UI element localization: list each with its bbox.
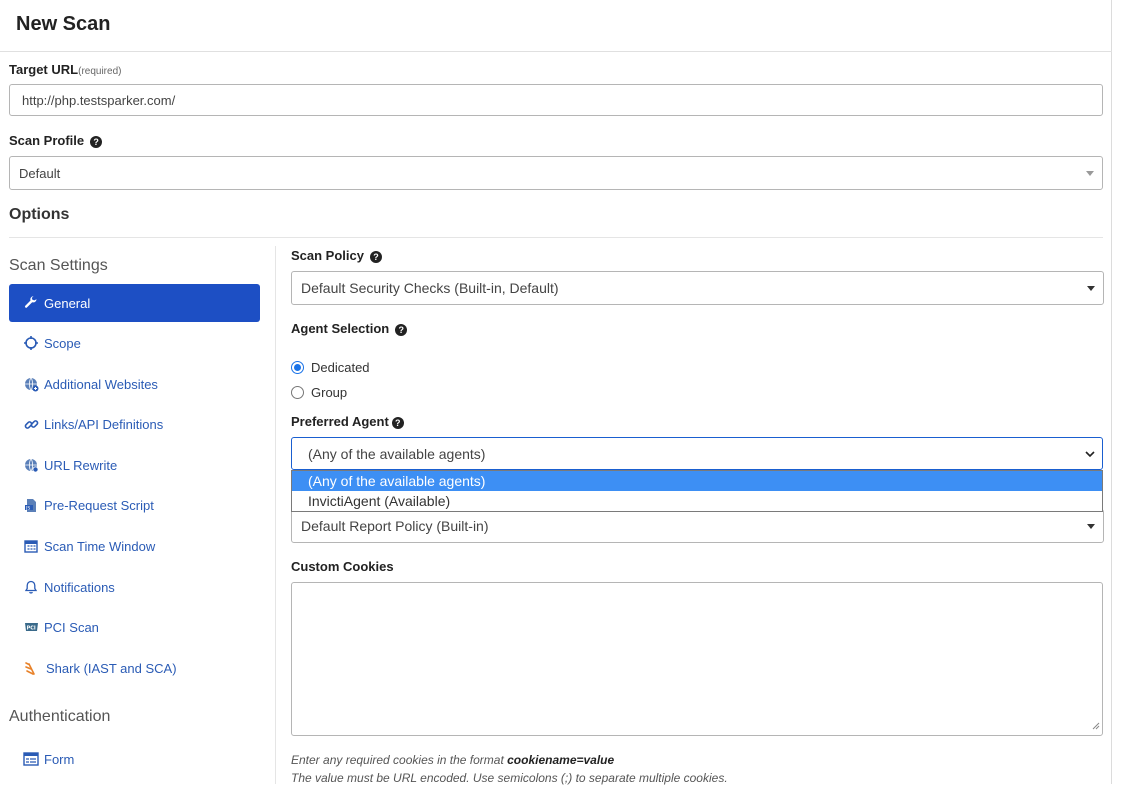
scan-policy-label: Scan Policy?	[291, 248, 382, 263]
calendar-icon	[23, 538, 39, 554]
shark-icon	[23, 660, 39, 676]
help-icon[interactable]: ?	[395, 324, 408, 336]
page-scrollbar[interactable]	[1112, 0, 1128, 784]
options-vertical-divider	[275, 246, 276, 784]
radio-group[interactable]	[291, 386, 304, 399]
globe-gear-icon	[23, 457, 39, 473]
wrench-icon	[23, 295, 39, 311]
target-url-input[interactable]: http://php.testsparker.com/	[9, 84, 1103, 116]
chevron-down-icon	[1087, 286, 1095, 291]
svg-text:PCI: PCI	[26, 626, 35, 632]
page-title: New Scan	[16, 13, 111, 35]
dropdown-option-invicti-agent[interactable]: InvictiAgent (Available)	[292, 491, 1102, 511]
sidebar-item-shark[interactable]: Shark (IAST and SCA)	[9, 649, 260, 687]
sidebar-item-form[interactable]: Form	[9, 740, 260, 778]
chevron-down-icon	[1086, 171, 1094, 176]
sidebar-item-pci-scan[interactable]: PCI PCI Scan	[9, 608, 260, 646]
sidebar-item-url-rewrite[interactable]: URL Rewrite	[9, 446, 260, 484]
agent-selection-dedicated[interactable]: Dedicated	[291, 360, 370, 375]
scan-settings-heading: Scan Settings	[9, 257, 108, 274]
sidebar-item-scan-time-window[interactable]: Scan Time Window	[9, 527, 260, 565]
sidebar-item-additional-websites[interactable]: Additional Websites	[9, 365, 260, 403]
sidebar-item-general[interactable]: General	[9, 284, 260, 322]
sidebar-item-pre-request-script[interactable]: JS Pre-Request Script	[9, 486, 260, 524]
scan-profile-label: Scan Profile?	[9, 133, 103, 148]
resize-handle-icon[interactable]	[1092, 718, 1100, 733]
form-icon	[23, 751, 39, 767]
divider	[9, 237, 1103, 238]
chevron-down-icon	[1084, 447, 1096, 463]
chevron-down-icon	[1087, 524, 1095, 529]
new-scan-panel: New Scan Target URL(required) http://php…	[0, 0, 1112, 785]
link-icon	[23, 416, 39, 432]
scan-policy-select[interactable]: Default Security Checks (Built-in, Defau…	[291, 271, 1104, 305]
preferred-agent-label: Preferred Agent?	[291, 414, 404, 429]
pci-icon: PCI	[23, 619, 39, 635]
radio-dedicated[interactable]	[291, 361, 304, 374]
options-heading: Options	[9, 206, 70, 223]
custom-cookies-hint-2: The value must be URL encoded. Use semic…	[291, 771, 728, 785]
preferred-agent-select[interactable]: (Any of the available agents)	[291, 437, 1103, 470]
js-file-icon: JS	[23, 497, 39, 513]
report-policy-select[interactable]: Default Report Policy (Built-in)	[291, 509, 1104, 543]
dropdown-option-any-agent[interactable]: (Any of the available agents)	[292, 471, 1102, 491]
agent-selection-group[interactable]: Group	[291, 385, 347, 400]
authentication-heading: Authentication	[9, 708, 111, 725]
sidebar-item-scope[interactable]: Scope	[9, 324, 260, 362]
required-note: (required)	[78, 66, 122, 77]
sidebar-item-links-api-definitions[interactable]: Links/API Definitions	[9, 405, 260, 443]
globe-plus-icon	[23, 376, 39, 392]
svg-text:JS: JS	[25, 505, 30, 511]
help-icon[interactable]: ?	[391, 417, 404, 429]
crosshair-icon	[23, 335, 39, 351]
help-icon[interactable]: ?	[90, 136, 103, 148]
target-url-label: Target URL(required)	[9, 62, 122, 77]
preferred-agent-dropdown-list: (Any of the available agents) InvictiAge…	[291, 470, 1103, 512]
agent-selection-label: Agent Selection?	[291, 321, 408, 336]
bell-icon	[23, 579, 39, 595]
custom-cookies-label: Custom Cookies	[291, 559, 394, 574]
custom-cookies-hint: Enter any required cookies in the format…	[291, 753, 615, 767]
scan-profile-select[interactable]: Default	[9, 156, 1103, 190]
page-header: New Scan	[0, 0, 1112, 52]
help-icon[interactable]: ?	[369, 251, 382, 263]
sidebar-item-notifications[interactable]: Notifications	[9, 568, 260, 606]
custom-cookies-textarea[interactable]	[291, 582, 1103, 736]
